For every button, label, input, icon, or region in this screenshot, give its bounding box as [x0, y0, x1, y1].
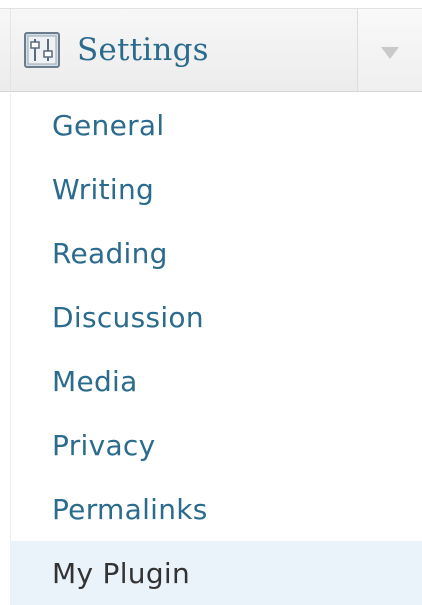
settings-menu-heading[interactable]: Settings	[10, 9, 357, 91]
submenu-link-general[interactable]: General	[10, 109, 422, 142]
submenu-link-discussion[interactable]: Discussion	[10, 301, 422, 334]
settings-menu-title[interactable]: Settings	[77, 32, 209, 68]
submenu-item-media[interactable]: Media	[10, 349, 422, 413]
submenu-link-permalinks[interactable]: Permalinks	[10, 493, 422, 526]
submenu-item-my-plugin[interactable]: My Plugin	[10, 541, 422, 605]
collapse-toggle-button[interactable]	[357, 9, 422, 91]
chevron-down-icon	[381, 47, 399, 59]
submenu-link-privacy[interactable]: Privacy	[10, 429, 422, 462]
submenu-item-reading[interactable]: Reading	[10, 221, 422, 285]
submenu-item-permalinks[interactable]: Permalinks	[10, 477, 422, 541]
settings-menu-header: Settings	[0, 8, 422, 92]
submenu-link-media[interactable]: Media	[10, 365, 422, 398]
settings-menu: Settings General Writing Reading Discuss…	[0, 0, 422, 605]
submenu-link-writing[interactable]: Writing	[10, 173, 422, 206]
submenu-link-reading[interactable]: Reading	[10, 237, 422, 270]
submenu-item-general[interactable]: General	[10, 93, 422, 157]
settings-sliders-icon	[24, 32, 60, 68]
submenu-link-my-plugin[interactable]: My Plugin	[10, 557, 422, 590]
submenu-item-discussion[interactable]: Discussion	[10, 285, 422, 349]
submenu-item-writing[interactable]: Writing	[10, 157, 422, 221]
settings-submenu: General Writing Reading Discussion Media…	[0, 93, 422, 605]
submenu-item-privacy[interactable]: Privacy	[10, 413, 422, 477]
